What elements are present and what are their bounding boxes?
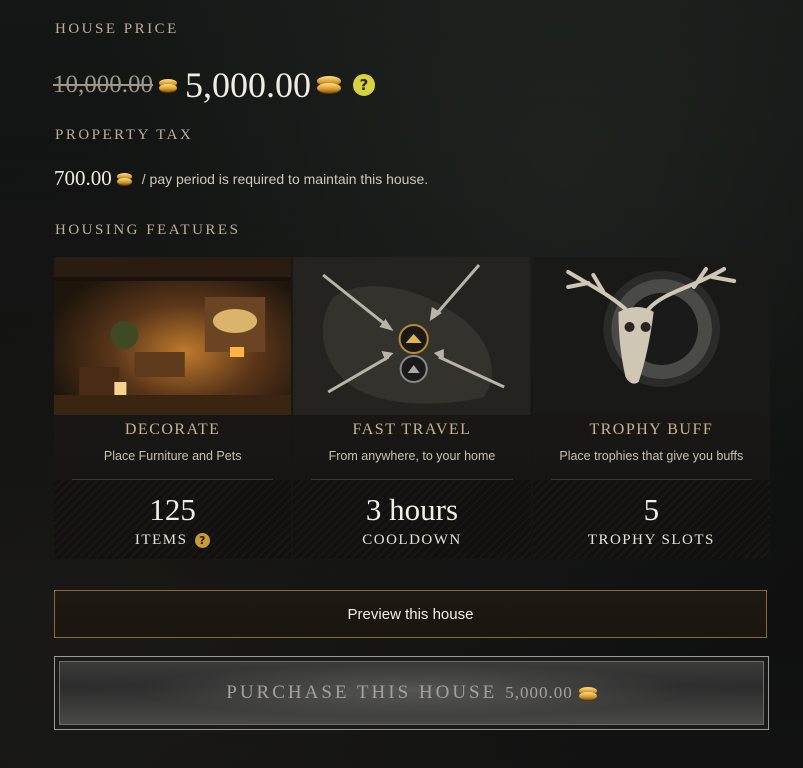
gold-coin-icon xyxy=(578,686,597,700)
feature-stats: 5 TROPHY SLOTS xyxy=(532,480,770,559)
feature-subtitle: From anywhere, to your home xyxy=(328,449,496,463)
gold-coin-icon xyxy=(317,76,341,94)
housing-features-cards: DECORATE Place Furniture and Pets 125 IT… xyxy=(54,257,770,559)
stat-unit: ITEMS xyxy=(134,532,188,548)
gold-coin-icon xyxy=(116,172,132,185)
deer-skull-trophy-image xyxy=(532,257,770,415)
stat-unit-row: COOLDOWN xyxy=(293,532,530,549)
question-icon[interactable]: ? xyxy=(353,74,375,96)
stat-value: 5 xyxy=(643,492,660,527)
current-price: 5,000.00 xyxy=(185,65,311,105)
furnished-room-image xyxy=(54,257,292,415)
stat-value: 3 hours xyxy=(365,492,459,527)
feature-card-fast-travel: FAST TRAVEL From anywhere, to your home … xyxy=(293,257,531,559)
purchase-house-button[interactable]: PURCHASE THIS HOUSE 5,000.00 xyxy=(54,656,769,730)
gold-coin-icon xyxy=(159,78,177,92)
tax-note: / pay period is required to maintain thi… xyxy=(141,170,429,187)
feature-title: TROPHY BUFF xyxy=(589,421,714,438)
stat-unit-row: TROPHY SLOTS xyxy=(533,532,770,549)
feature-stats: 125 ITEMS ? xyxy=(54,480,292,559)
question-icon[interactable]: ? xyxy=(195,533,211,548)
purchase-price: 5,000.00 xyxy=(505,683,573,702)
housing-features-label: HOUSING FEATURES xyxy=(55,222,241,238)
feature-subtitle: Place Furniture and Pets xyxy=(103,449,242,463)
property-tax-label: PROPERTY TAX xyxy=(55,127,194,143)
feature-card-trophy-buff: TROPHY BUFF Place trophies that give you… xyxy=(532,257,770,559)
map-arrows-image xyxy=(293,257,531,415)
feature-title: FAST TRAVEL xyxy=(352,421,472,438)
stat-unit: TROPHY SLOTS xyxy=(587,532,715,548)
tax-amount: 700.00 xyxy=(54,166,112,190)
stat-unit-row: ITEMS ? xyxy=(54,532,291,549)
stat-unit: COOLDOWN xyxy=(362,532,462,548)
original-price: 10,000.00 xyxy=(53,71,153,98)
house-price-label: HOUSE PRICE xyxy=(55,21,179,37)
property-tax-row: 700.00 / pay period is required to maint… xyxy=(54,166,428,191)
feature-subtitle: Place trophies that give you buffs xyxy=(559,449,744,463)
purchase-button-face: PURCHASE THIS HOUSE 5,000.00 xyxy=(59,661,764,725)
stat-value: 125 xyxy=(149,492,196,527)
price-row: 10,000.00 5,000.00 ? xyxy=(53,64,375,106)
feature-stats: 3 hours COOLDOWN xyxy=(293,480,531,559)
purchase-label: PURCHASE THIS HOUSE xyxy=(226,682,498,703)
feature-card-decorate: DECORATE Place Furniture and Pets 125 IT… xyxy=(54,257,292,559)
housing-purchase-panel: HOUSE PRICE 10,000.00 5,000.00 ? PROPERT… xyxy=(0,0,803,768)
feature-title: DECORATE xyxy=(124,421,221,438)
preview-house-button[interactable]: Preview this house xyxy=(54,590,767,638)
